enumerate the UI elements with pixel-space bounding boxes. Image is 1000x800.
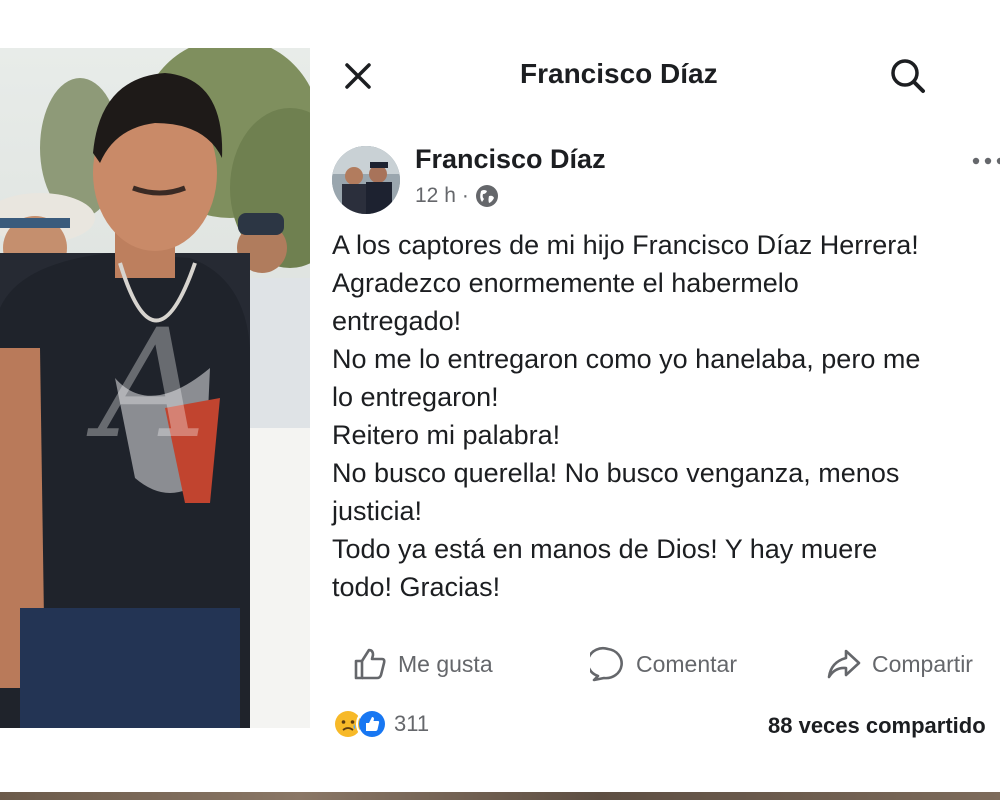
comment-label: Comentar: [636, 650, 737, 677]
post-line: justicia!: [332, 496, 423, 526]
post-line: lo entregaron!: [332, 382, 499, 412]
author-avatar[interactable]: [332, 146, 400, 214]
post-line: No busco querella! No busco venganza, me…: [332, 458, 900, 488]
search-icon: [891, 59, 925, 93]
post-photo[interactable]: A: [0, 48, 310, 728]
post-time[interactable]: 12 h: [415, 184, 456, 208]
share-label: Compartir: [872, 650, 973, 677]
post-author[interactable]: Francisco Díaz: [415, 144, 606, 175]
like-reaction-icon: [356, 708, 388, 740]
comment-icon: [590, 646, 623, 682]
reactions-summary[interactable]: 311: [332, 708, 429, 740]
page-title: Francisco Díaz: [520, 58, 718, 89]
like-label: Me gusta: [398, 650, 493, 677]
post-line: entregado!: [332, 306, 462, 336]
share-icon: [827, 649, 861, 679]
more-options-button[interactable]: [968, 146, 1000, 176]
share-button[interactable]: Compartir: [826, 642, 973, 686]
post-line: Todo ya está en manos de Dios! Y hay mue…: [332, 534, 878, 564]
like-button[interactable]: Me gusta: [352, 642, 493, 686]
post-line: No me lo entregaron como yo hanelaba, pe…: [332, 344, 921, 374]
close-icon: [345, 63, 371, 89]
post-line: Agradezco enormemente el habermelo: [332, 268, 799, 298]
search-button[interactable]: [884, 52, 932, 100]
post-line: todo! Gracias!: [332, 572, 501, 602]
close-button[interactable]: [336, 54, 380, 98]
meta-separator: ·: [461, 184, 469, 207]
photo-image: [0, 48, 310, 728]
avatar-image: [332, 146, 400, 214]
post-line: A los captores de mi hijo Francisco Díaz…: [332, 230, 919, 260]
share-count[interactable]: 88 veces compartido: [768, 713, 986, 739]
post-text: A los captores de mi hijo Francisco Díaz…: [332, 226, 996, 606]
more-icon: [972, 157, 1000, 165]
reaction-count: 311: [394, 711, 430, 736]
globe-icon: [475, 185, 498, 207]
thumbs-up-icon: [354, 648, 386, 680]
post-line: Reitero mi palabra!: [332, 420, 561, 450]
bottom-border: [0, 792, 1000, 800]
post-meta: 12 h ·: [415, 184, 499, 208]
comment-button[interactable]: Comentar: [590, 642, 737, 686]
